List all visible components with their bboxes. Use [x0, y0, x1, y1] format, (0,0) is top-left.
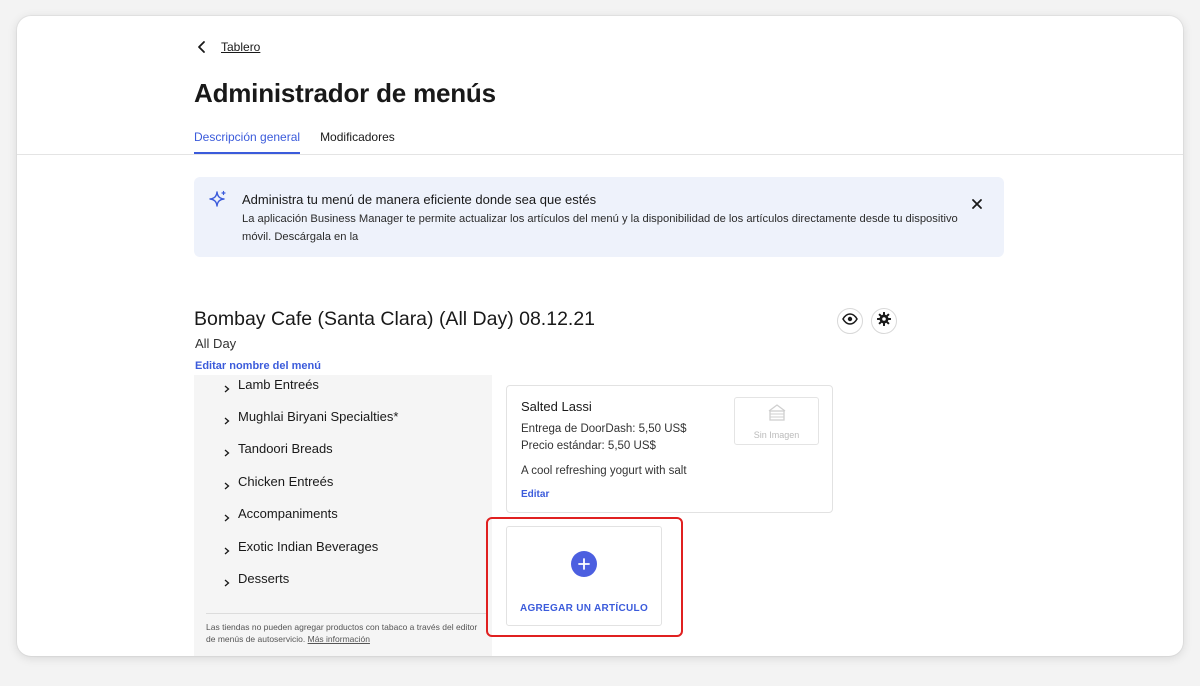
- category-item[interactable]: Accompaniments: [224, 506, 338, 521]
- category-label: Exotic Indian Beverages: [238, 539, 379, 554]
- breadcrumb: Tablero: [195, 40, 260, 54]
- category-label: Tandoori Breads: [238, 441, 333, 456]
- tab-overview[interactable]: Descripción general: [194, 130, 301, 154]
- banner-title: Administra tu menú de manera eficiente d…: [242, 192, 597, 207]
- category-label: Accompaniments: [238, 506, 338, 521]
- gear-icon: [876, 311, 892, 332]
- add-item-label: AGREGAR UN ARTÍCULO: [519, 603, 649, 614]
- menu-subtitle: All Day: [195, 336, 237, 351]
- no-image-label: Sin Imagen: [753, 429, 800, 440]
- edit-menu-name-link[interactable]: Editar nombre del menú: [195, 360, 321, 372]
- category-item[interactable]: Chicken Entreés: [224, 474, 333, 489]
- image-placeholder-icon: [767, 403, 787, 426]
- category-item[interactable]: Lamb Entreés: [224, 377, 319, 392]
- chevron-right-icon: [224, 381, 230, 392]
- tab-bar: Descripción general Modificadores: [194, 130, 395, 154]
- category-item[interactable]: Tandoori Breads: [224, 441, 333, 456]
- menu-title: Bombay Cafe (Santa Clara) (All Day) 08.1…: [194, 308, 596, 330]
- category-item[interactable]: Desserts: [224, 571, 289, 586]
- eye-icon: [842, 311, 858, 332]
- category-item[interactable]: Exotic Indian Beverages: [224, 539, 378, 554]
- chevron-right-icon: [224, 510, 230, 521]
- banner-text: La aplicación Business Manager te permit…: [242, 213, 958, 243]
- app-window: Tablero Administrador de menús Descripci…: [17, 16, 1183, 656]
- chevron-right-icon: [224, 413, 230, 424]
- chevron-left-icon[interactable]: [195, 40, 209, 54]
- item-doordash-price: Entrega de DoorDash: 5,50 US$: [521, 423, 687, 435]
- breadcrumb-link-dashboard[interactable]: Tablero: [221, 40, 260, 54]
- category-list: Lamb Entreés Mughlai Biryani Specialties…: [194, 375, 492, 656]
- category-label: Desserts: [238, 571, 290, 586]
- menu-item-card[interactable]: Salted Lassi Entrega de DoorDash: 5,50 U…: [506, 385, 833, 513]
- chevron-right-icon: [224, 478, 230, 489]
- tobacco-note: Las tiendas no pueden agregar productos …: [206, 613, 488, 645]
- category-label: Chicken Entreés: [238, 474, 334, 489]
- add-item-button[interactable]: AGREGAR UN ARTÍCULO: [506, 526, 662, 626]
- category-label: Mughlai Biryani Specialties*: [238, 409, 399, 424]
- promo-banner: Administra tu menú de manera eficiente d…: [194, 177, 1004, 257]
- close-icon[interactable]: [970, 197, 984, 211]
- category-label: Lamb Entreés: [238, 377, 319, 392]
- item-description: A cool refreshing yogurt with salt: [521, 465, 687, 477]
- tab-modifiers[interactable]: Modificadores: [320, 130, 395, 154]
- chevron-right-icon: [224, 575, 230, 586]
- sparkle-icon: [208, 190, 228, 210]
- header-divider: [17, 154, 1183, 155]
- chevron-right-icon: [224, 445, 230, 456]
- item-image-placeholder: Sin Imagen: [734, 397, 819, 445]
- edit-item-link[interactable]: Editar: [521, 489, 549, 500]
- item-standard-price: Precio estándar: 5,50 US$: [521, 440, 656, 452]
- settings-button[interactable]: [871, 308, 897, 334]
- page-title: Administrador de menús: [194, 78, 496, 108]
- preview-button[interactable]: [837, 308, 863, 334]
- category-item[interactable]: Mughlai Biryani Specialties*: [224, 409, 398, 424]
- chevron-right-icon: [224, 543, 230, 554]
- plus-icon: [571, 551, 597, 577]
- item-name: Salted Lassi: [521, 399, 592, 414]
- more-info-link[interactable]: Más información: [308, 634, 370, 644]
